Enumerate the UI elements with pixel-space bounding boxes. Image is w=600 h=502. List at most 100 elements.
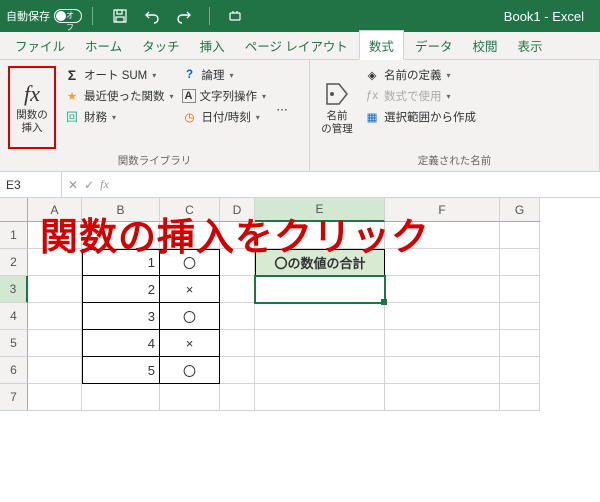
tab-touch[interactable]: タッチ (133, 31, 189, 59)
cell[interactable] (255, 222, 385, 249)
logical-button[interactable]: ?論理▾ (180, 66, 269, 84)
recent-functions-button[interactable]: ★最近使った関数▾ (62, 87, 176, 105)
row-header-1[interactable]: 1 (0, 222, 28, 249)
cell[interactable]: 3 (82, 303, 160, 330)
col-header-B[interactable]: B (82, 198, 160, 222)
cell[interactable] (220, 222, 255, 249)
row-header-6[interactable]: 6 (0, 357, 28, 384)
cell[interactable] (255, 384, 385, 411)
cell[interactable] (28, 357, 82, 384)
active-cell[interactable] (255, 276, 385, 303)
cell[interactable] (220, 384, 255, 411)
more-functions-button[interactable]: ⋯ (272, 100, 292, 118)
cell[interactable]: 〇の数値の合計 (255, 249, 385, 276)
autosum-button[interactable]: Σオート SUM▾ (62, 66, 176, 84)
name-box[interactable]: E3 (0, 172, 62, 197)
row-header-2[interactable]: 2 (0, 249, 28, 276)
tab-page-layout[interactable]: ページ レイアウト (236, 31, 357, 59)
cell[interactable]: 〇 (160, 357, 220, 384)
col-header-F[interactable]: F (385, 198, 500, 222)
fx-icon[interactable]: fx (100, 177, 109, 192)
create-from-selection-button[interactable]: ▦選択範囲から作成 (362, 108, 478, 126)
cell[interactable] (220, 276, 255, 303)
cell[interactable]: × (160, 330, 220, 357)
cell[interactable] (82, 222, 160, 249)
col-header-C[interactable]: C (160, 198, 220, 222)
insert-function-button[interactable]: fx 関数の 挿入 (8, 66, 56, 149)
formula-bar: E3 ✕ ✓ fx (0, 172, 600, 198)
cancel-icon[interactable]: ✕ (68, 178, 78, 192)
text-button[interactable]: A文字列操作▾ (180, 87, 269, 105)
cell[interactable] (500, 303, 540, 330)
cell[interactable] (500, 384, 540, 411)
tab-data[interactable]: データ (406, 31, 462, 59)
cell[interactable]: × (160, 276, 220, 303)
cell[interactable] (500, 222, 540, 249)
cell[interactable] (28, 303, 82, 330)
tab-insert[interactable]: 挿入 (191, 31, 234, 59)
use-in-formula-button[interactable]: ƒx数式で使用▾ (362, 87, 478, 105)
cell[interactable] (220, 357, 255, 384)
touch-mode-icon[interactable] (226, 7, 244, 25)
cell[interactable] (220, 249, 255, 276)
tab-formulas[interactable]: 数式 (359, 30, 404, 60)
enter-icon[interactable]: ✓ (84, 178, 94, 192)
cell[interactable]: 5 (82, 357, 160, 384)
star-icon: ★ (64, 88, 80, 104)
cell[interactable] (385, 303, 500, 330)
cell[interactable] (500, 249, 540, 276)
cell[interactable] (385, 357, 500, 384)
cell[interactable] (500, 276, 540, 303)
row-header-3[interactable]: 3 (0, 276, 28, 303)
col-header-G[interactable]: G (500, 198, 540, 222)
cell[interactable] (500, 330, 540, 357)
cell[interactable] (220, 330, 255, 357)
cell[interactable] (160, 384, 220, 411)
financial-button[interactable]: 回財務▾ (62, 108, 176, 126)
toggle-switch[interactable]: オフ (54, 9, 82, 23)
cell[interactable] (500, 357, 540, 384)
cell[interactable] (255, 303, 385, 330)
cell[interactable] (385, 330, 500, 357)
cell[interactable]: 4 (82, 330, 160, 357)
cell[interactable] (385, 222, 500, 249)
name-manager-button[interactable]: 名前 の管理 (316, 64, 358, 151)
tab-file[interactable]: ファイル (6, 31, 74, 59)
select-all-corner[interactable] (0, 198, 28, 222)
ribbon-tabs: ファイル ホーム タッチ 挿入 ページ レイアウト 数式 データ 校閲 表示 (0, 32, 600, 60)
col-header-A[interactable]: A (28, 198, 82, 222)
undo-icon[interactable] (143, 7, 161, 25)
cell[interactable] (28, 276, 82, 303)
cell[interactable] (28, 330, 82, 357)
cell[interactable]: 〇 (160, 303, 220, 330)
tab-review[interactable]: 校閲 (463, 31, 506, 59)
define-name-button[interactable]: ◈名前の定義▾ (362, 66, 478, 84)
tab-home[interactable]: ホーム (76, 31, 131, 59)
datetime-button[interactable]: ◷日付/時刻▾ (180, 108, 269, 126)
row-header-4[interactable]: 4 (0, 303, 28, 330)
tab-view[interactable]: 表示 (508, 31, 551, 59)
col-header-E[interactable]: E (255, 198, 385, 222)
row-header-7[interactable]: 7 (0, 384, 28, 411)
redo-icon[interactable] (175, 7, 193, 25)
cell[interactable]: 2 (82, 276, 160, 303)
row-header-5[interactable]: 5 (0, 330, 28, 357)
cell[interactable] (28, 222, 82, 249)
cell[interactable] (160, 222, 220, 249)
cell[interactable]: 〇 (160, 249, 220, 276)
cell[interactable] (255, 330, 385, 357)
cell[interactable] (28, 249, 82, 276)
cell[interactable] (385, 384, 500, 411)
cell[interactable]: 1 (82, 249, 160, 276)
datetime-label: 日付/時刻 (202, 109, 251, 125)
cell[interactable] (28, 384, 82, 411)
cell[interactable] (220, 303, 255, 330)
cell[interactable] (255, 357, 385, 384)
spreadsheet-grid[interactable]: A B C D E F G 1 2 1 〇 〇の数値の合計 3 2 × 4 3 … (0, 198, 600, 411)
cell[interactable] (385, 249, 500, 276)
cell[interactable] (385, 276, 500, 303)
col-header-D[interactable]: D (220, 198, 255, 222)
save-icon[interactable] (111, 7, 129, 25)
cell[interactable] (82, 384, 160, 411)
autosave-toggle[interactable]: 自動保存 オフ (6, 8, 82, 24)
